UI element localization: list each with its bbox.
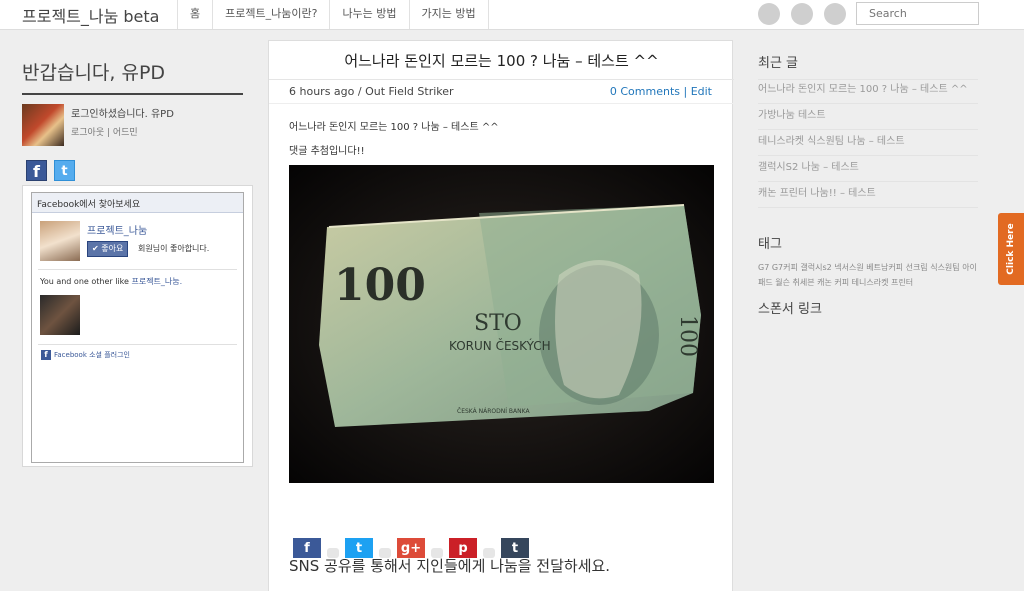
recent-post-link[interactable]: 갤럭시S2 나눔 – 테스트 — [758, 156, 978, 182]
divider — [22, 93, 243, 95]
banknote-value: 100 — [334, 260, 426, 311]
click-here-tab[interactable]: Click Here — [998, 213, 1024, 285]
fb-social-plugin-link[interactable]: Facebook 소셜 플러그인 — [54, 350, 130, 360]
pinterest-share-button[interactable]: p — [449, 538, 477, 558]
avatar — [22, 104, 64, 146]
nav-how-to-get[interactable]: 가지는 방법 — [408, 0, 489, 29]
fb-friends-prefix: You and one other like — [40, 277, 132, 286]
recent-post-link[interactable]: 캐논 프린터 나눔!! – 테스트 — [758, 182, 978, 208]
post-title[interactable]: 어느나라 돈인지 모르는 100 ? 나눔 – 테스트 ^^ — [269, 50, 734, 71]
main-nav: 홈 프로젝트_나눔이란? 나누는 방법 가지는 방법 — [177, 0, 489, 29]
recent-posts-list: 어느나라 돈인지 모르는 100 ? 나눔 – 테스트 ^^ 가방나눔 테스트 … — [758, 78, 978, 208]
recent-posts-heading: 최근 글 — [758, 56, 799, 71]
share-count — [431, 548, 443, 558]
divider — [269, 79, 734, 80]
divider — [38, 269, 237, 270]
banknote-bank: ČESKÁ NÁRODNÍ BANKA — [457, 408, 530, 415]
fb-like-button[interactable]: ✔ 좋아요 — [87, 241, 129, 257]
facebook-share-button[interactable]: f — [293, 538, 321, 558]
top-nav-bar: 프로젝트_나눔 beta 홈 프로젝트_나눔이란? 나누는 방법 가지는 방법 — [0, 0, 1024, 30]
fb-friend-avatar[interactable] — [40, 295, 80, 335]
post-meta: 6 hours ago / Out Field Striker — [289, 85, 454, 98]
fb-like-note: 회원님이 좋아합니다. — [138, 244, 210, 253]
facebook-widget: Facebook에서 찾아보세요 프로젝트_나눔 ✔ 좋아요 회원님이 좋아합니… — [22, 185, 253, 467]
facebook-like-box: Facebook에서 찾아보세요 프로젝트_나눔 ✔ 좋아요 회원님이 좋아합니… — [31, 192, 244, 463]
social-circle-icon[interactable] — [824, 3, 846, 25]
nav-home[interactable]: 홈 — [177, 0, 212, 29]
post-body-line: 댓글 추첨입니다!! — [289, 146, 365, 157]
tags-heading: 태그 — [758, 237, 782, 252]
fb-widget-header: Facebook에서 찾아보세요 — [32, 193, 243, 213]
post-body-line: 어느나라 돈인지 모르는 100 ? 나눔 – 테스트 ^^ — [289, 122, 499, 133]
divider — [38, 344, 237, 345]
social-circle-icon[interactable] — [791, 3, 813, 25]
post-photo: 100 STO KORUN ČESKÝCH ČESKÁ NÁRODNÍ BANK… — [289, 165, 714, 483]
sponsor-links-heading: 스폰서 링크 — [758, 302, 822, 317]
twitter-share-button[interactable]: t — [345, 538, 373, 558]
tag-cloud[interactable]: G7 G7커피 갤럭시s2 넥서스원 베트남커피 선크림 식스원팀 아이패드 월… — [758, 260, 978, 290]
recent-post-link[interactable]: 가방나눔 테스트 — [758, 104, 978, 130]
login-status: 로그인하셨습니다. 유PD — [71, 109, 174, 120]
click-here-label: Click Here — [1006, 223, 1016, 275]
share-heading: SNS 공유를 통해서 지인들에게 나눔을 전달하세요. — [289, 557, 611, 575]
banknote-word: STO — [474, 311, 522, 336]
greeting-title: 반갑습니다, 유PD — [22, 62, 166, 84]
banknote-currency: KORUN ČESKÝCH — [449, 338, 551, 353]
search-input[interactable] — [856, 2, 979, 25]
divider — [269, 103, 734, 104]
comments-edit-links[interactable]: 0 Comments | Edit — [610, 85, 712, 98]
share-count — [379, 548, 391, 558]
twitter-icon[interactable]: t — [54, 160, 75, 181]
post-article: 어느나라 돈인지 모르는 100 ? 나눔 – 테스트 ^^ 6 hours a… — [268, 40, 734, 591]
tumblr-share-button[interactable]: t — [501, 538, 529, 558]
fb-page-thumbnail[interactable] — [40, 221, 80, 261]
facebook-icon: f — [41, 350, 51, 360]
fb-page-name[interactable]: 프로젝트_나눔 — [87, 222, 147, 237]
nav-how-to-share[interactable]: 나누는 방법 — [329, 0, 408, 29]
banknote-illustration: 100 STO KORUN ČESKÝCH ČESKÁ NÁRODNÍ BANK… — [289, 165, 714, 483]
googleplus-share-button[interactable]: g+ — [397, 538, 425, 558]
share-count — [483, 548, 495, 558]
recent-post-link[interactable]: 테니스라켓 식스원팀 나눔 – 테스트 — [758, 130, 978, 156]
site-brand[interactable]: 프로젝트_나눔 beta — [22, 3, 159, 27]
nav-about[interactable]: 프로젝트_나눔이란? — [212, 0, 329, 29]
facebook-icon[interactable]: f — [26, 160, 47, 181]
banknote-value-rotated: 100 — [675, 315, 700, 357]
fb-friends-page-link[interactable]: 프로젝트_나눔. — [131, 277, 182, 286]
logout-admin-links[interactable]: 로그아웃 | 어드민 — [71, 125, 138, 138]
recent-post-link[interactable]: 어느나라 돈인지 모르는 100 ? 나눔 – 테스트 ^^ — [758, 78, 978, 104]
share-count — [327, 548, 339, 558]
fb-friends-text: You and one other like 프로젝트_나눔. — [40, 276, 182, 287]
social-circle-icon[interactable] — [758, 3, 780, 25]
